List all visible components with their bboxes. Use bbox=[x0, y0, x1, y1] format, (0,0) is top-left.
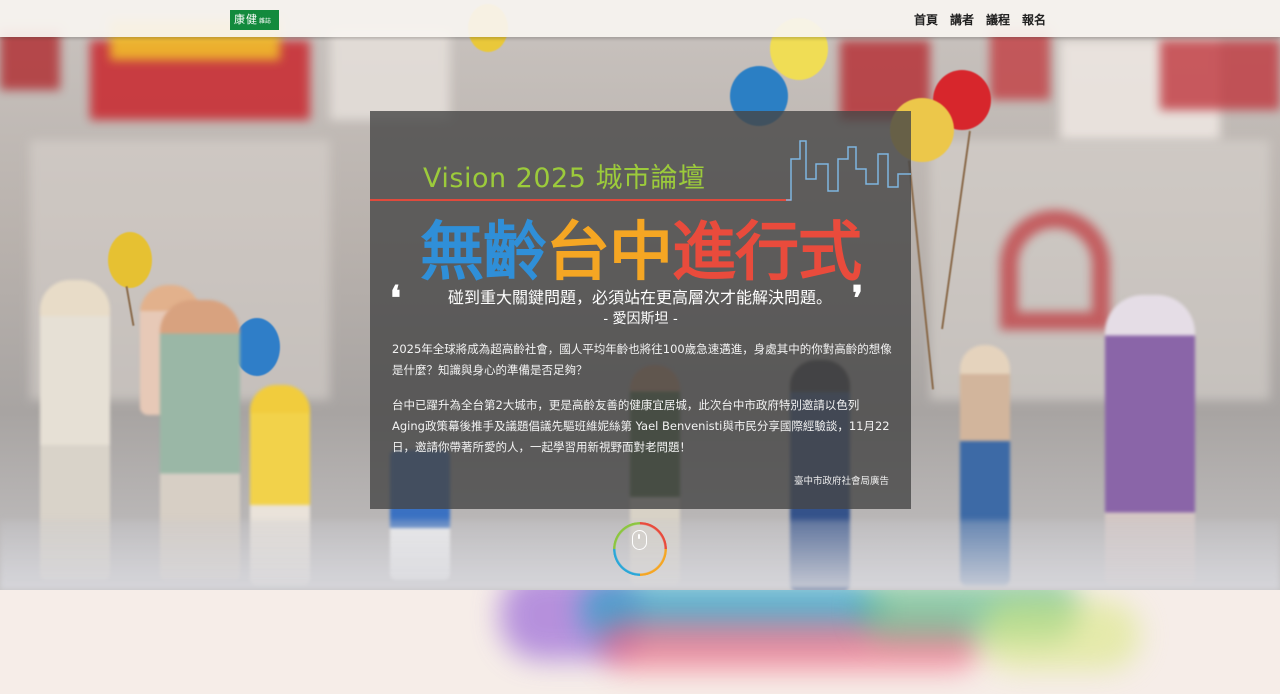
ad-credit: 臺中市政府社會局廣告 bbox=[793, 476, 889, 487]
title-part-3: 中 bbox=[609, 215, 673, 290]
logo-subtext: 雜誌 bbox=[259, 18, 272, 25]
backdrop-block bbox=[1160, 40, 1280, 110]
lower-section bbox=[0, 590, 1280, 694]
skyline-icon bbox=[786, 140, 911, 201]
top-navbar: 康健雜誌 首頁 講者 議程 報名 bbox=[0, 0, 1280, 37]
intro-paragraph-1: 2025年全球將成為超高齡社會，國人平均年齡也將往100歲急速邁進，身處其中的你… bbox=[392, 342, 892, 377]
main-title: 無齡台中進行式 bbox=[420, 201, 862, 293]
quote-author: - 愛因斯坦 - bbox=[603, 311, 678, 327]
backdrop-block bbox=[330, 30, 450, 120]
title-part-1: 無齡 bbox=[420, 215, 547, 290]
vision-title: Vision 2025 城市論壇 bbox=[423, 163, 706, 194]
mouse-icon[interactable] bbox=[632, 530, 647, 550]
logo-text: 康健 bbox=[234, 13, 258, 26]
main-nav: 首頁 講者 議程 報名 bbox=[914, 11, 1046, 28]
quote-text: 碰到重大關鍵問題，必須站在更高層次才能解決問題。 bbox=[447, 288, 832, 307]
nav-item-register[interactable]: 報名 bbox=[1022, 11, 1046, 28]
backdrop-block bbox=[990, 30, 1050, 100]
title-part-2: 台 bbox=[546, 215, 610, 290]
balloon bbox=[234, 318, 280, 376]
color-smear bbox=[980, 600, 1140, 670]
intro-panel: Vision 2025 城市論壇 無齡台中進行式 ❛ 碰到重大關鍵問題，必須站在… bbox=[370, 111, 911, 509]
balloon bbox=[108, 232, 152, 288]
title-part-4: 進行式 bbox=[672, 215, 862, 290]
site-logo[interactable]: 康健雜誌 bbox=[230, 10, 279, 30]
backdrop-block bbox=[1000, 210, 1110, 330]
nav-item-home[interactable]: 首頁 bbox=[914, 11, 938, 28]
nav-item-agenda[interactable]: 議程 bbox=[986, 11, 1010, 28]
nav-item-speakers[interactable]: 講者 bbox=[950, 11, 974, 28]
backdrop-block bbox=[0, 30, 60, 90]
quote-block: ❛ 碰到重大關鍵問題，必須站在更高層次才能解決問題。 ❜ bbox=[390, 279, 890, 319]
intro-paragraph-2: 台中已躍升為全台第2大城市，更是高齡友善的健康宜居城，此次台中市政府特別邀請以色… bbox=[392, 398, 890, 454]
